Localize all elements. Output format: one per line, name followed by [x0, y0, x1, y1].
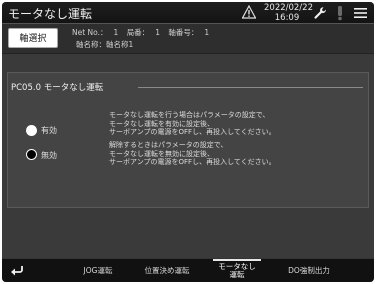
- tab-do-forced-output[interactable]: DO強制出力: [274, 259, 344, 282]
- enable-desc-line: モータなし運転を有効に設定後、: [109, 119, 214, 128]
- disable-radio[interactable]: [26, 149, 37, 160]
- axis-no-value: 1: [204, 28, 210, 37]
- station-label: 局番：: [126, 28, 150, 37]
- bottom-nav: JOG運転 位置決め運転 モータなし 運転 DO強制出力: [2, 258, 374, 282]
- wrench-icon[interactable]: [313, 6, 327, 20]
- title-bar: モータなし運転 2022/02/22 16:09: [2, 2, 374, 24]
- warning-icon[interactable]: [242, 5, 256, 19]
- disable-description: 解除するときはパラメータの設定で、 モータなし運転を無効に設定後、 サーボアンプ…: [109, 141, 276, 167]
- panel-title: PC05.0 モータなし運転: [11, 83, 104, 93]
- motorless-operation-panel: PC05.0 モータなし運転 有効 モータなし運転を行う場合はパラメータの設定で…: [7, 72, 369, 208]
- enable-desc-line: モータなし運転を行う場合はパラメータの設定で、: [109, 111, 270, 119]
- tab-jog[interactable]: JOG運転: [68, 259, 128, 282]
- menu-icon[interactable]: [354, 7, 367, 19]
- enable-description: モータなし運転を行う場合はパラメータの設定で、 モータなし運転を有効に設定後、 …: [109, 111, 276, 137]
- net-no-label: Net No.：: [72, 28, 108, 37]
- alarm-icon[interactable]: [335, 5, 345, 21]
- axis-no-label: 軸番号：: [168, 28, 199, 37]
- enable-desc-line: サーボアンプの電源をOFFし、再投入してください。: [109, 128, 276, 136]
- tab-positioning[interactable]: 位置決め運転: [132, 259, 202, 282]
- net-no-value: 1: [113, 28, 119, 37]
- enable-label[interactable]: 有効: [41, 125, 57, 136]
- disable-desc-line: サーボアンプの電源をOFFし、再投入してください。: [109, 158, 276, 166]
- axis-info-bar: 軸選択 Net No.： 1 局番： 1 軸番号： 1 軸名称：軸名称1: [2, 24, 374, 54]
- disable-label[interactable]: 無効: [41, 150, 57, 161]
- axis-name: 軸名称：軸名称1: [76, 40, 134, 49]
- axis-select-button[interactable]: 軸選択: [8, 28, 58, 48]
- disable-desc-line: モータなし運転を無効に設定後、: [109, 149, 214, 158]
- disable-desc-line: 解除するときはパラメータの設定で、: [109, 141, 228, 149]
- datetime: 2022/02/22 16:09: [264, 3, 313, 23]
- station-value: 1: [155, 28, 160, 37]
- window-title: モータなし運転: [8, 7, 93, 21]
- divider: [138, 87, 363, 88]
- tab-motorless[interactable]: モータなし 運転: [207, 259, 267, 282]
- date-text: 2022/02/22: [264, 3, 313, 13]
- time-text: 16:09: [274, 13, 300, 23]
- enable-radio[interactable]: [26, 125, 37, 136]
- app-window: モータなし運転 2022/02/22 16:09 軸選択 Net No.： 1: [2, 2, 374, 282]
- back-icon[interactable]: [10, 264, 24, 276]
- network-info: Net No.： 1 局番： 1 軸番号： 1: [72, 27, 215, 38]
